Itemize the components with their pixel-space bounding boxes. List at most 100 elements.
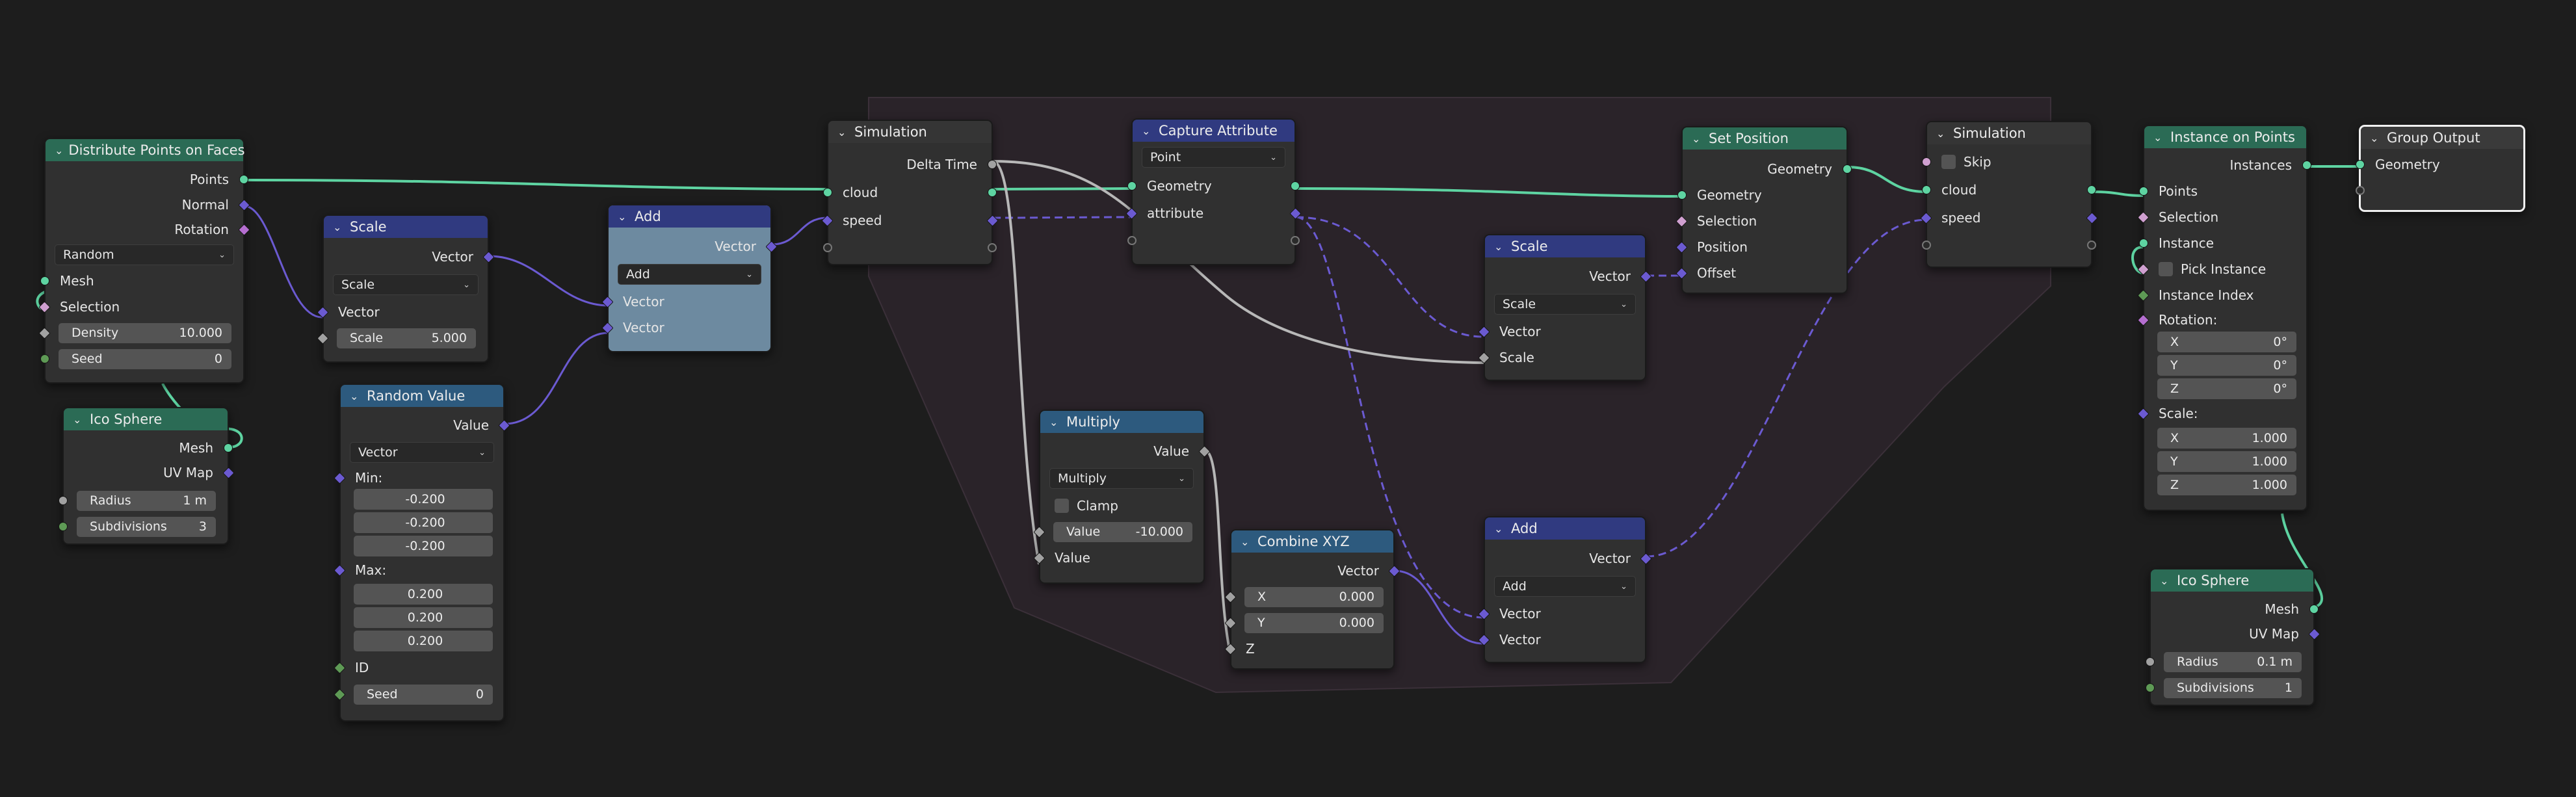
- collapse-chevron-icon[interactable]: ⌄: [1494, 523, 1506, 535]
- socket-empty-in[interactable]: [2356, 186, 2365, 195]
- socket-selection[interactable]: [1676, 215, 1688, 228]
- socket-vector-in[interactable]: [317, 306, 329, 319]
- collapse-chevron-icon[interactable]: ⌄: [350, 390, 361, 402]
- socket-cloud-in[interactable]: [823, 188, 832, 197]
- socket-selection[interactable]: [2137, 211, 2149, 224]
- socket-speed-in[interactable]: [821, 214, 834, 227]
- collapse-chevron-icon[interactable]: ⌄: [618, 211, 629, 223]
- max-x-field[interactable]: 0.200: [354, 584, 493, 605]
- node-math-multiply[interactable]: ⌄ Multiply Value Multiply ⌄ Clamp Value -10…: [1033, 410, 1211, 584]
- radius-field[interactable]: Radius 1 m: [77, 490, 216, 511]
- node-header[interactable]: ⌄ Add: [1485, 517, 1645, 540]
- socket-id[interactable]: [334, 661, 346, 674]
- socket-x[interactable]: [1224, 590, 1237, 603]
- x-field[interactable]: X 0.000: [1244, 586, 1384, 607]
- socket-vector-in-2[interactable]: [1478, 633, 1490, 646]
- socket-geometry-in[interactable]: [1127, 181, 1137, 190]
- scale-y-field[interactable]: Y 1.000: [2157, 451, 2296, 472]
- node-header[interactable]: ⌄ Capture Attribute: [1133, 120, 1295, 142]
- rotation-y-field[interactable]: Y 0°: [2157, 355, 2296, 376]
- node-header[interactable]: ⌄ Distribute Points on Faces: [46, 139, 245, 161]
- socket-instance[interactable]: [2139, 239, 2148, 248]
- socket-attribute-in[interactable]: [1125, 207, 1138, 220]
- socket-vector-out[interactable]: [482, 250, 495, 263]
- operation-dropdown[interactable]: Add ⌄: [618, 264, 761, 285]
- node-vector-add[interactable]: ⌄ Add Vector Add ⌄ Vector Vector: [601, 204, 778, 352]
- operation-dropdown[interactable]: Scale ⌄: [1494, 294, 1636, 315]
- socket-vector-in-2[interactable]: [601, 321, 614, 334]
- socket-pick-instance[interactable]: [2137, 263, 2149, 276]
- operation-dropdown[interactable]: Multiply ⌄: [1049, 468, 1194, 489]
- socket-uv-map[interactable]: [2308, 627, 2320, 640]
- collapse-chevron-icon[interactable]: ⌄: [2160, 575, 2172, 587]
- socket-vector-out[interactable]: [765, 240, 778, 253]
- value-field[interactable]: Value -10.000: [1053, 521, 1192, 542]
- collapse-chevron-icon[interactable]: ⌄: [1241, 536, 1252, 548]
- clamp-checkbox[interactable]: [1055, 499, 1069, 513]
- socket-mesh[interactable]: [224, 443, 233, 452]
- collapse-chevron-icon[interactable]: ⌄: [2153, 131, 2165, 144]
- socket-speed-out[interactable]: [2086, 211, 2098, 224]
- collapse-chevron-icon[interactable]: ⌄: [2370, 132, 2382, 144]
- socket-points[interactable]: [2139, 187, 2148, 196]
- socket-empty-out[interactable]: [988, 243, 997, 252]
- node-header[interactable]: ⌄ Set Position: [1683, 127, 1847, 150]
- collapse-chevron-icon[interactable]: ⌄: [55, 144, 63, 157]
- socket-rotation[interactable]: [2137, 313, 2149, 326]
- rotation-z-field[interactable]: Z 0°: [2157, 378, 2296, 399]
- socket-position[interactable]: [1676, 241, 1688, 254]
- socket-vector-out[interactable]: [1640, 552, 1652, 565]
- node-capture-attribute[interactable]: ⌄ Capture Attribute Point ⌄ Geometry attri…: [1125, 118, 1302, 265]
- collapse-chevron-icon[interactable]: ⌄: [1936, 127, 1948, 140]
- socket-empty-out[interactable]: [1291, 236, 1300, 245]
- socket-radius[interactable]: [2146, 657, 2155, 666]
- collapse-chevron-icon[interactable]: ⌄: [1692, 133, 1703, 145]
- seed-field[interactable]: Seed 0: [59, 348, 231, 369]
- socket-normal[interactable]: [238, 198, 250, 211]
- socket-scale[interactable]: [2137, 407, 2149, 420]
- socket-skip[interactable]: [1922, 157, 1931, 166]
- collapse-chevron-icon[interactable]: ⌄: [73, 413, 85, 426]
- socket-density[interactable]: [38, 326, 51, 339]
- socket-delta-time[interactable]: [988, 160, 997, 169]
- socket-empty-in[interactable]: [823, 243, 832, 252]
- socket-mesh[interactable]: [40, 276, 49, 285]
- socket-radius[interactable]: [59, 496, 68, 505]
- node-ico-sphere[interactable]: ⌄ Ico Sphere Mesh UV Map Radius 1 m Subdiv…: [59, 407, 235, 545]
- socket-vector-out[interactable]: [1388, 564, 1400, 577]
- socket-vector-out[interactable]: [1640, 270, 1652, 283]
- socket-instances-out[interactable]: [2302, 161, 2311, 170]
- socket-scale[interactable]: [317, 332, 329, 345]
- node-combine-xyz[interactable]: ⌄ Combine XYZ Vector X 0.000 Y 0.000 Z: [1224, 529, 1400, 670]
- rotation-x-field[interactable]: X 0°: [2157, 332, 2296, 352]
- socket-geometry-in[interactable]: [1677, 190, 1687, 200]
- socket-speed-in[interactable]: [1920, 211, 1932, 224]
- scale-z-field[interactable]: Z 1.000: [2157, 475, 2296, 495]
- node-group-output[interactable]: ⌄ Group Output Geometry: [2356, 125, 2525, 212]
- node-simulation-output[interactable]: ⌄ Simulation Skip cloud speed: [1920, 121, 2098, 268]
- socket-cloud-out[interactable]: [2087, 185, 2096, 194]
- node-random-value[interactable]: ⌄ Random Value Value Vector ⌄ Min: -0.200 …: [334, 384, 510, 722]
- scale-field[interactable]: Scale 5.000: [337, 328, 476, 348]
- node-ico-sphere-2[interactable]: ⌄ Ico Sphere Mesh UV Map Radius 0.1 m Subd…: [2146, 568, 2320, 706]
- socket-cloud-out[interactable]: [988, 188, 997, 197]
- socket-z[interactable]: [1224, 642, 1237, 655]
- node-header[interactable]: ⌄ Group Output: [2361, 127, 2523, 149]
- socket-geometry-out[interactable]: [1291, 181, 1300, 190]
- subdivisions-field[interactable]: Subdivisions 3: [77, 516, 216, 537]
- operation-dropdown[interactable]: Scale ⌄: [333, 274, 479, 295]
- node-set-position[interactable]: ⌄ Set Position Geometry Geometry Selectio…: [1676, 126, 1852, 294]
- collapse-chevron-icon[interactable]: ⌄: [1494, 241, 1506, 253]
- socket-rotation[interactable]: [238, 223, 250, 236]
- node-header[interactable]: ⌄ Random Value: [341, 385, 503, 407]
- socket-min[interactable]: [334, 471, 346, 484]
- socket-vector-in-1[interactable]: [1478, 607, 1490, 620]
- pick-instance-checkbox[interactable]: [2159, 262, 2173, 276]
- node-vector-add-2[interactable]: ⌄ Add Vector Add ⌄ Vector Vector: [1478, 516, 1652, 663]
- node-simulation-input[interactable]: ⌄ Simulation Delta Time cloud speed: [821, 120, 999, 265]
- node-header[interactable]: ⌄ Combine XYZ: [1231, 530, 1393, 553]
- node-header[interactable]: ⌄ Simulation: [1927, 122, 2091, 144]
- collapse-chevron-icon[interactable]: ⌄: [1049, 416, 1061, 428]
- domain-dropdown[interactable]: Point ⌄: [1142, 147, 1285, 168]
- collapse-chevron-icon[interactable]: ⌄: [837, 126, 849, 138]
